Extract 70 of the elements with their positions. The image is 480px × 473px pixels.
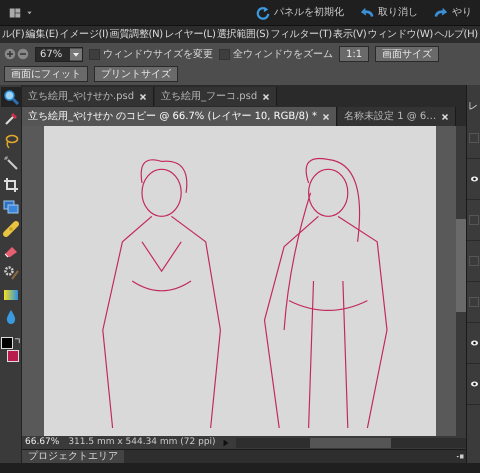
panel-title: レ — [467, 100, 479, 114]
document-tab[interactable]: 立ち絵用_やけせか.psd — [22, 87, 154, 106]
menu-item[interactable]: 選択範囲(S) — [216, 27, 269, 42]
option-button[interactable]: 画面サイズ — [375, 46, 440, 62]
menu-item[interactable]: 表示(V) — [333, 27, 366, 42]
zoom-out-icon[interactable] — [17, 48, 29, 60]
menu-item[interactable]: 編集(E) — [26, 27, 58, 42]
magnifier-icon — [2, 89, 18, 105]
caret-icon — [26, 9, 33, 16]
tab-title[interactable]: 立ち絵用_やけせか.psd — [28, 89, 134, 104]
reset-button[interactable]: パネルを初期化 — [252, 5, 348, 20]
menu-item[interactable]: レイヤー(L) — [164, 27, 216, 42]
menu-item[interactable]: 画質調整(N) — [110, 27, 163, 42]
visibility-toggle[interactable] — [469, 297, 479, 307]
zoom-dropdown[interactable]: 67% — [35, 46, 83, 62]
eye-icon[interactable] — [469, 380, 480, 388]
option-button[interactable]: 1:1 — [339, 46, 370, 62]
menu-item[interactable]: フィルター(T) — [270, 27, 332, 42]
stacked-rectangles-icon — [2, 199, 18, 215]
option-button[interactable]: プリントサイズ — [94, 66, 178, 82]
undo-button[interactable]: 取り消し — [356, 5, 422, 20]
horizontal-scrollbar[interactable] — [236, 438, 466, 448]
panel-tab[interactable]: プロジェクトエリア — [22, 450, 124, 464]
option-button[interactable]: 画面にフィット — [4, 66, 88, 82]
tab-title[interactable]: 立ち絵用_フーコ.psd — [161, 89, 258, 104]
checkbox-label[interactable]: ウィンドウサイズを変更 — [89, 46, 213, 62]
checkbox-label[interactable]: 全ウィンドウをズーム — [219, 46, 333, 62]
menu-item[interactable]: イメージ(I) — [60, 27, 108, 42]
tool-button[interactable] — [0, 87, 20, 107]
zoom-in-icon[interactable] — [4, 48, 16, 60]
document-tab[interactable]: 立ち絵用_やけせか のコピー @ 66.7% (レイヤー 10, RGB/8) * — [22, 107, 338, 126]
bandage-icon — [2, 221, 18, 237]
tool-button[interactable] — [0, 219, 20, 239]
document-tab[interactable]: 名称未設定 1 @ 6… — [338, 107, 456, 126]
crop-icon — [2, 177, 18, 193]
eye-icon[interactable] — [469, 339, 480, 347]
color-swatch[interactable] — [6, 350, 18, 362]
tab-title[interactable]: 立ち絵用_やけせか のコピー @ 66.7% (レイヤー 10, RGB/8) * — [28, 109, 318, 124]
eyedropper-icon — [2, 111, 18, 127]
gear-brush-icon — [2, 265, 18, 281]
panel-menu-icon[interactable] — [454, 452, 466, 460]
tab-title[interactable]: 名称未設定 1 @ 6… — [344, 109, 436, 124]
visibility-toggle[interactable] — [469, 215, 479, 225]
checkbox[interactable] — [219, 48, 230, 60]
close-icon[interactable] — [322, 112, 330, 120]
document-tab[interactable]: 立ち絵用_フーコ.psd — [155, 87, 278, 106]
menu-item[interactable]: ル(F) — [2, 27, 24, 42]
document-size-text: 311.5 mm x 544.34 mm (72 ppi) — [68, 436, 216, 449]
redo-button[interactable]: やり — [430, 5, 476, 20]
menu-item[interactable]: ウィンドウ(W) — [368, 27, 434, 42]
undo-arrow-icon — [360, 6, 374, 20]
visibility-toggle[interactable] — [469, 133, 479, 143]
caret-icon — [70, 48, 82, 60]
layout-grid-icon — [8, 6, 22, 18]
color-swatch[interactable] — [0, 337, 12, 349]
eye-icon[interactable] — [469, 175, 480, 183]
checkbox[interactable] — [89, 48, 100, 60]
zoom-readout: 66.67% — [24, 436, 60, 449]
gradient-icon — [2, 287, 18, 303]
close-icon[interactable] — [139, 92, 148, 100]
magic-wand-icon — [2, 155, 18, 171]
close-icon[interactable] — [441, 112, 450, 120]
vertical-scrollbar[interactable] — [456, 126, 466, 436]
lasso-icon — [2, 133, 18, 149]
visibility-toggle[interactable] — [469, 256, 479, 266]
swap-arrows-icon[interactable] — [14, 337, 20, 344]
close-icon[interactable] — [262, 92, 270, 100]
redo-arrow-icon — [434, 6, 448, 20]
menu-item[interactable]: ヘルプ(H) — [434, 27, 478, 42]
reset-icon — [256, 6, 270, 20]
